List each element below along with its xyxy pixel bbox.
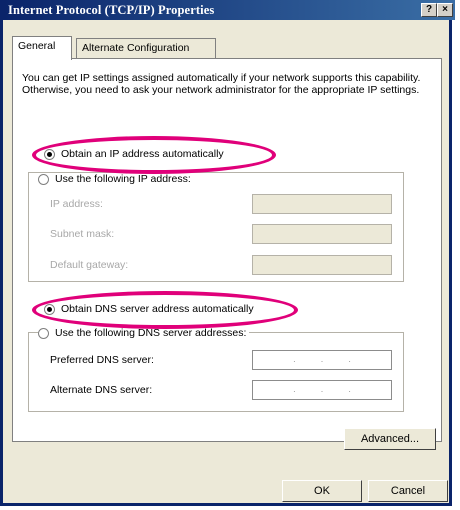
preferred-dns-label: Preferred DNS server: bbox=[50, 354, 154, 366]
obtain-ip-auto-radio[interactable]: Obtain an IP address automatically bbox=[44, 148, 224, 160]
ok-button[interactable]: OK bbox=[282, 480, 362, 502]
use-following-dns-label: Use the following DNS server addresses: bbox=[55, 327, 247, 339]
field-separators: ... bbox=[293, 354, 351, 364]
field-separators: ... bbox=[293, 384, 351, 394]
obtain-ip-auto-label: Obtain an IP address automatically bbox=[61, 148, 224, 160]
description-text: You can get IP settings assigned automat… bbox=[22, 72, 421, 96]
alternate-dns-label: Alternate DNS server: bbox=[50, 384, 153, 396]
alternate-dns-field[interactable]: ... bbox=[252, 380, 392, 400]
dns-server-group bbox=[28, 332, 404, 412]
radio-dot bbox=[44, 148, 55, 160]
ip-address-field[interactable] bbox=[252, 194, 392, 214]
title-bar: Internet Protocol (TCP/IP) Properties ? … bbox=[3, 0, 455, 20]
tab-general[interactable]: General bbox=[12, 36, 72, 60]
obtain-dns-auto-radio[interactable]: Obtain DNS server address automatically bbox=[44, 303, 254, 315]
tab-alternate-configuration[interactable]: Alternate Configuration bbox=[76, 38, 216, 58]
default-gateway-label: Default gateway: bbox=[50, 259, 129, 271]
radio-dot bbox=[44, 303, 55, 315]
advanced-button[interactable]: Advanced... bbox=[344, 428, 436, 450]
use-following-ip-label: Use the following IP address: bbox=[55, 173, 191, 185]
subnet-mask-label: Subnet mask: bbox=[50, 228, 115, 240]
help-button[interactable]: ? bbox=[421, 3, 437, 17]
cancel-button[interactable]: Cancel bbox=[368, 480, 448, 502]
default-gateway-field[interactable] bbox=[252, 255, 392, 275]
window-title: Internet Protocol (TCP/IP) Properties bbox=[8, 3, 215, 17]
radio-dot bbox=[38, 173, 49, 185]
obtain-dns-auto-label: Obtain DNS server address automatically bbox=[61, 303, 254, 315]
close-button[interactable]: × bbox=[437, 3, 453, 17]
use-following-dns-radio[interactable]: Use the following DNS server addresses: bbox=[38, 327, 250, 339]
ip-address-label: IP address: bbox=[50, 198, 103, 210]
subnet-mask-field[interactable] bbox=[252, 224, 392, 244]
preferred-dns-field[interactable]: ... bbox=[252, 350, 392, 370]
radio-dot bbox=[38, 327, 49, 339]
use-following-ip-radio[interactable]: Use the following IP address: bbox=[38, 173, 194, 185]
